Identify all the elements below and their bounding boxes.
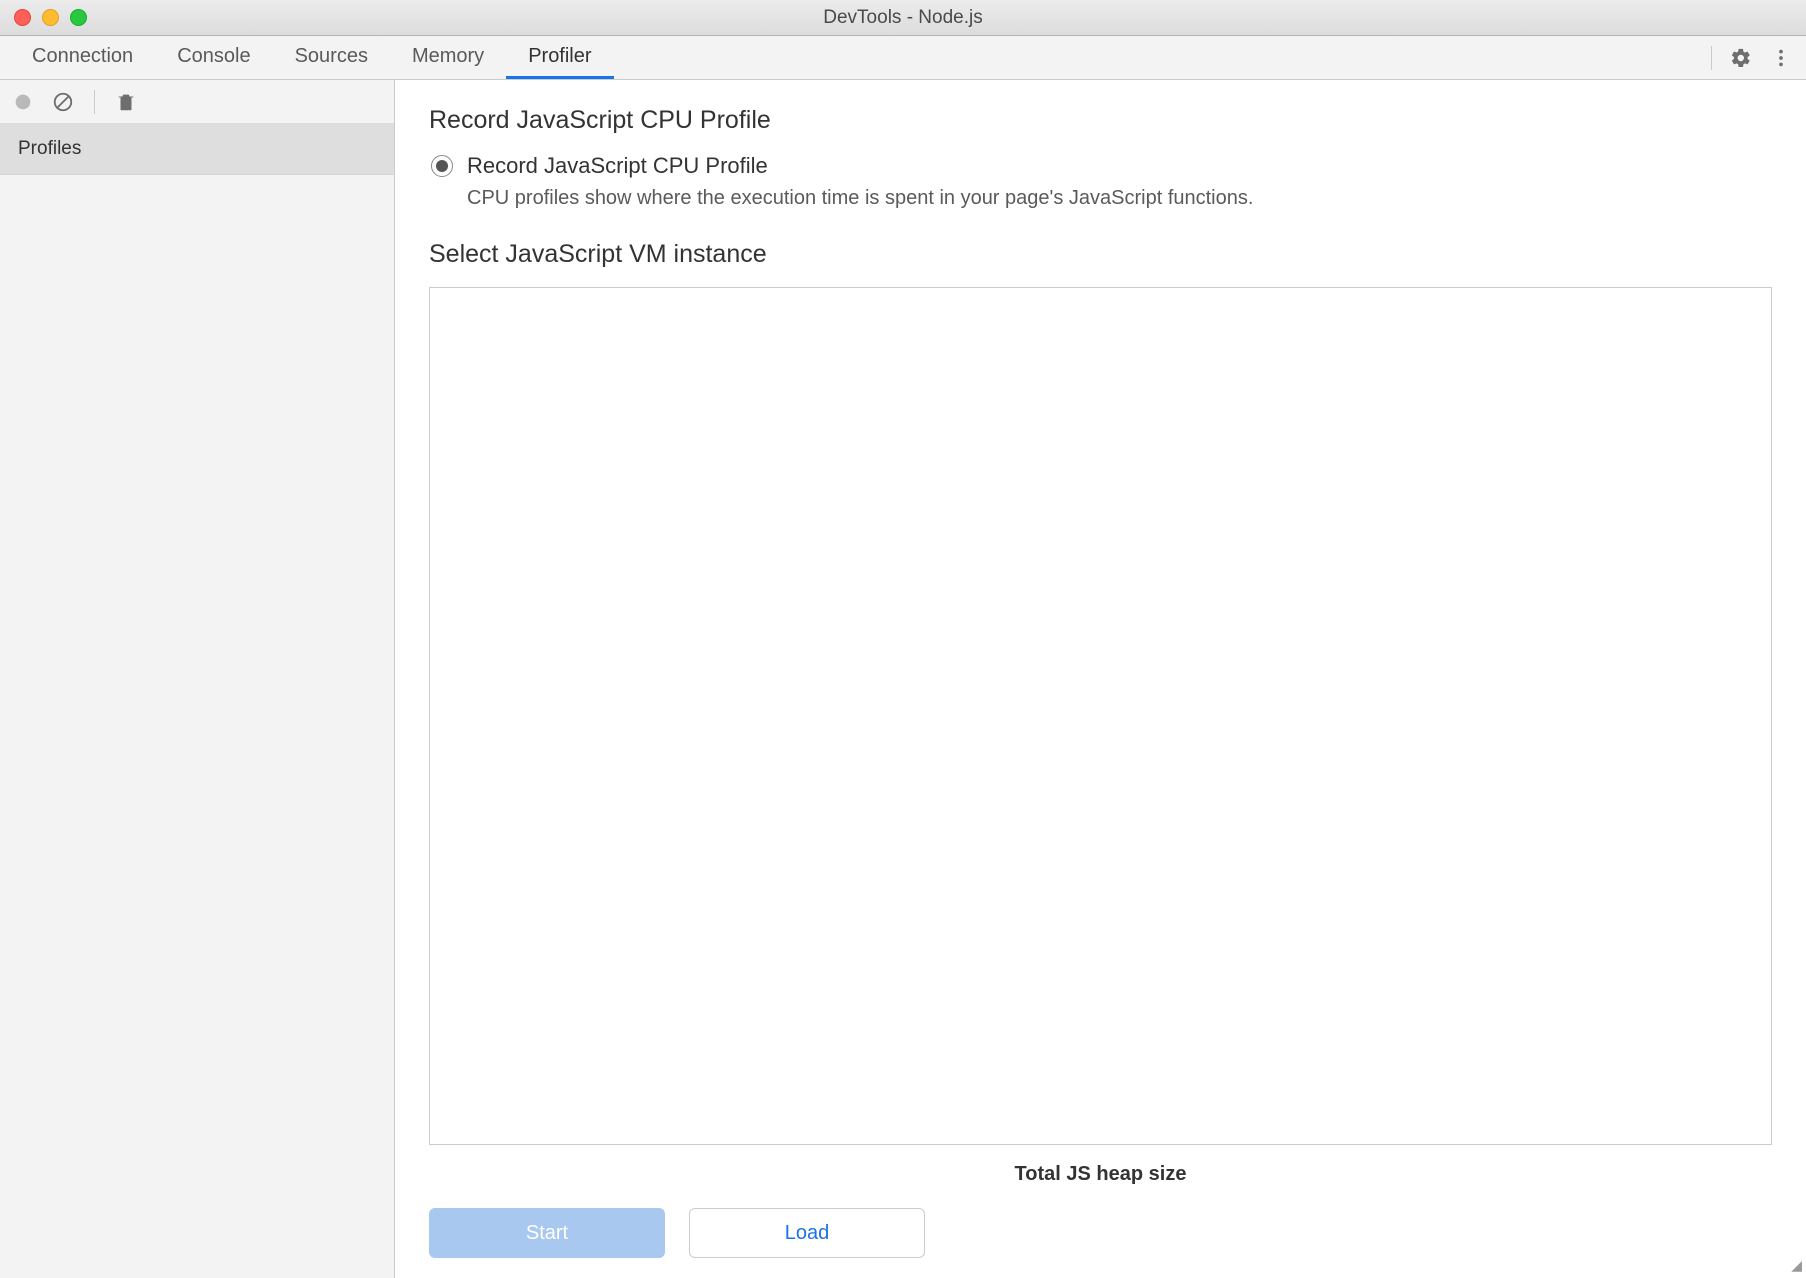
- tab-sources[interactable]: Sources: [273, 36, 390, 79]
- trash-icon: [115, 91, 137, 113]
- settings-button[interactable]: [1730, 47, 1752, 69]
- tab-memory[interactable]: Memory: [390, 36, 506, 79]
- window-titlebar: DevTools - Node.js: [0, 0, 1806, 36]
- minimize-window-button[interactable]: [42, 9, 59, 26]
- vm-instance-list[interactable]: [429, 287, 1772, 1145]
- close-window-button[interactable]: [14, 9, 31, 26]
- tab-label: Sources: [295, 45, 368, 68]
- start-button[interactable]: Start: [429, 1208, 665, 1258]
- sidebar-toolbar: [0, 80, 394, 124]
- window-title: DevTools - Node.js: [0, 7, 1806, 29]
- radio-dot: [436, 160, 448, 172]
- more-options-button[interactable]: [1770, 47, 1792, 69]
- load-button[interactable]: Load: [689, 1208, 925, 1258]
- vertical-divider: [1711, 46, 1712, 70]
- gear-icon: [1730, 47, 1752, 69]
- record-button[interactable]: [12, 91, 34, 113]
- tab-connection[interactable]: Connection: [10, 36, 155, 79]
- profile-type-radio-row[interactable]: Record JavaScript CPU Profile: [431, 153, 1772, 179]
- record-icon: [12, 91, 34, 113]
- tab-label: Memory: [412, 45, 484, 68]
- tab-label: Connection: [32, 45, 133, 68]
- tab-bar: Connection Console Sources Memory Profil…: [0, 36, 1806, 80]
- tabbar-right-controls: [1711, 36, 1806, 79]
- maximize-window-button[interactable]: [70, 9, 87, 26]
- resize-handle-icon[interactable]: ◢: [1791, 1257, 1802, 1274]
- vertical-divider: [94, 90, 95, 114]
- button-row: Start Load: [429, 1208, 1772, 1258]
- vm-section-title: Select JavaScript VM instance: [429, 240, 1772, 269]
- traffic-lights: [0, 9, 87, 26]
- main-panel: Record JavaScript CPU Profile Record Jav…: [395, 80, 1806, 1278]
- button-label: Start: [526, 1222, 568, 1245]
- tab-label: Profiler: [528, 45, 591, 68]
- button-label: Load: [785, 1222, 830, 1245]
- clear-button[interactable]: [52, 91, 74, 113]
- delete-button[interactable]: [115, 91, 137, 113]
- sidebar-item-profiles[interactable]: Profiles: [0, 124, 394, 175]
- section-title: Record JavaScript CPU Profile: [429, 106, 1772, 135]
- sidebar-item-label: Profiles: [18, 138, 81, 159]
- radio-cpu-profile[interactable]: [431, 155, 453, 177]
- tab-console[interactable]: Console: [155, 36, 272, 79]
- heap-size-label: Total JS heap size: [429, 1163, 1772, 1186]
- sidebar: Profiles: [0, 80, 395, 1278]
- tab-label: Console: [177, 45, 250, 68]
- clear-icon: [52, 91, 74, 113]
- content-area: Profiles Record JavaScript CPU Profile R…: [0, 80, 1806, 1278]
- kebab-icon: [1770, 47, 1792, 69]
- tab-profiler[interactable]: Profiler: [506, 36, 613, 79]
- radio-label: Record JavaScript CPU Profile: [467, 153, 768, 179]
- radio-description: CPU profiles show where the execution ti…: [467, 187, 1772, 210]
